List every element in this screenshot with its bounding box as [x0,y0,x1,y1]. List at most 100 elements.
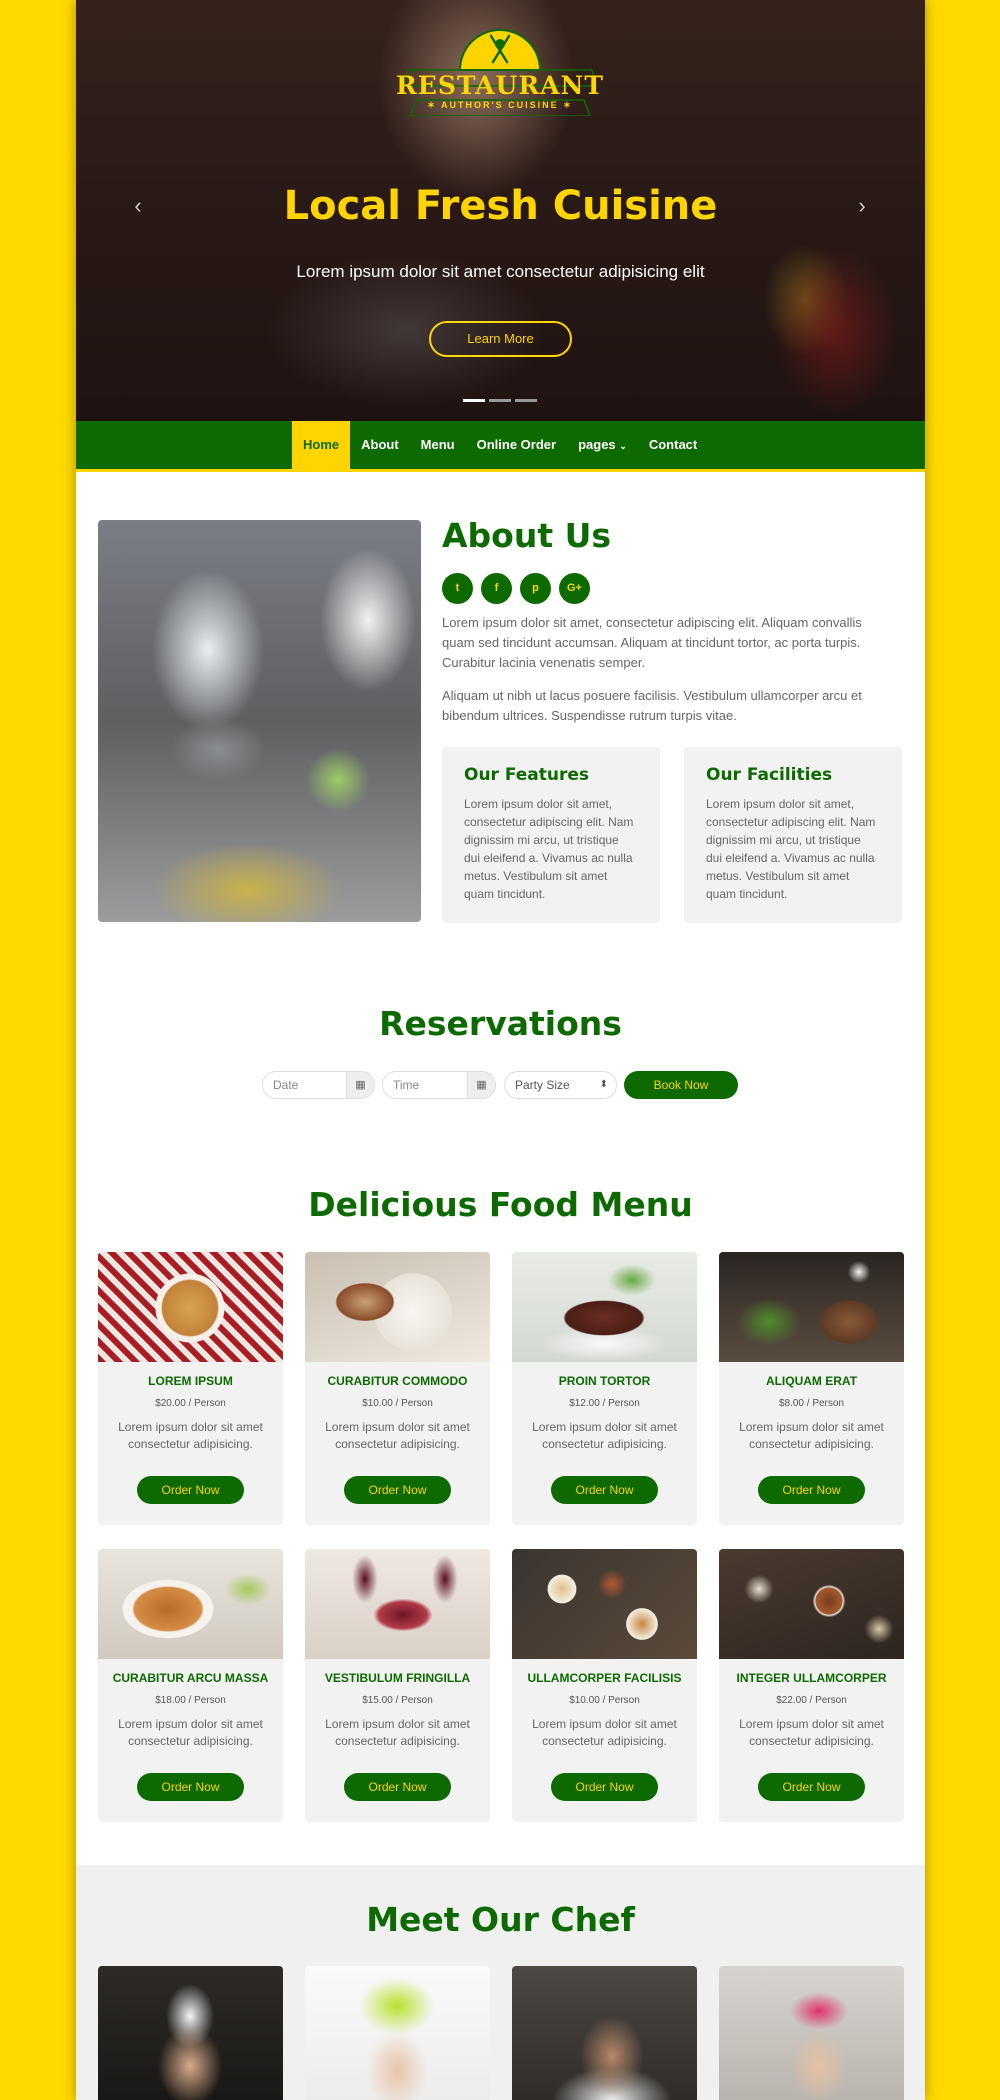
menu-item-name: INTEGER ULLAMCORPER [736,1671,887,1685]
menu-card: ULLAMCORPER FACILISIS $10.00 / Person Lo… [512,1549,697,1822]
menu-item-description: Lorem ipsum dolor sit amet consectetur a… [118,1420,263,1451]
facebook-icon[interactable]: f [481,573,512,604]
chef-photo [98,1966,283,2100]
order-now-button[interactable]: Order Now [344,1773,451,1801]
facilities-text: Lorem ipsum dolor sit amet, consectetur … [706,797,876,901]
menu-item-description: Lorem ipsum dolor sit amet consectetur a… [739,1420,884,1451]
order-now-button[interactable]: Order Now [137,1773,244,1801]
nav-item-pages[interactable]: pages ⌄ [567,421,638,469]
nav-item-menu[interactable]: Menu [410,421,466,469]
features-title: Our Features [464,765,590,785]
menu-card: INTEGER ULLAMCORPER $22.00 / Person Lore… [719,1549,904,1822]
menu-item-photo [305,1549,490,1659]
order-now-button[interactable]: Order Now [137,1476,244,1504]
time-input[interactable]: Time ▦ [382,1071,496,1099]
menu-item-price: $10.00 / Person [362,1398,433,1409]
menu-item-name: ULLAMCORPER FACILISIS [527,1671,682,1685]
menu-item-price: $20.00 / Person [155,1398,226,1409]
book-now-button[interactable]: Book Now [624,1071,738,1099]
slider-dot[interactable] [463,399,485,402]
menu-item-price: $15.00 / Person [362,1695,433,1706]
pinterest-icon[interactable]: p [520,573,551,604]
menu-title: Delicious Food Menu [308,1185,693,1224]
menu-item-description: Lorem ipsum dolor sit amet consectetur a… [118,1717,263,1748]
order-now-button[interactable]: Order Now [551,1773,658,1801]
features-box: Our Features Lorem ipsum dolor sit amet,… [442,747,660,923]
menu-item-photo [719,1252,904,1362]
menu-card: LOREM IPSUM $20.00 / Person Lorem ipsum … [98,1252,283,1525]
hero-slider: RESTAURANT ✶ AUTHOR'S CUISINE ✶ ‹ › Loca… [76,0,925,421]
menu-item-name: CURABITUR COMMODO [327,1374,468,1388]
social-links: t f p G+ [442,573,590,604]
menu-item-photo [98,1252,283,1362]
calendar-icon[interactable]: ▦ [467,1072,495,1098]
menu-item-description: Lorem ipsum dolor sit amet consectetur a… [325,1420,470,1451]
nav-item-about[interactable]: About [350,421,410,469]
nav-item-home[interactable]: Home [292,421,351,469]
nav-item-contact[interactable]: Contact [638,421,708,469]
brand-name: RESTAURANT [396,71,604,100]
menu-item-name: VESTIBULUM FRINGILLA [324,1671,471,1685]
menu-item-price: $18.00 / Person [155,1695,226,1706]
chevron-down-icon: ⌄ [619,441,627,451]
menu-card: CURABITUR ARCU MASSA $18.00 / Person Lor… [98,1549,283,1822]
menu-card: ALIQUAM ERAT $8.00 / Person Lorem ipsum … [719,1252,904,1525]
main-navigation: Home About Menu Online Order pages ⌄ Con… [76,421,925,472]
menu-item-name: CURABITUR ARCU MASSA [112,1671,269,1685]
reservations-title: Reservations [379,1004,622,1043]
menu-item-price: $12.00 / Person [569,1398,640,1409]
menu-item-description: Lorem ipsum dolor sit amet consectetur a… [532,1717,677,1748]
chef-photo [512,1966,697,2100]
nav-item-online-order[interactable]: Online Order [466,421,567,469]
chef-title: Meet Our Chef [366,1900,635,1939]
about-paragraph-1: Lorem ipsum dolor sit amet, consectetur … [442,615,862,670]
menu-item-description: Lorem ipsum dolor sit amet consectetur a… [532,1420,677,1451]
menu-item-price: $8.00 / Person [778,1398,845,1409]
slider-indicators [463,399,537,402]
menu-item-photo [512,1252,697,1362]
order-now-button[interactable]: Order Now [758,1476,865,1504]
select-caret-icon: ⬍ [599,1079,608,1090]
menu-item-photo [719,1549,904,1659]
facilities-title: Our Facilities [706,765,833,785]
menu-item-price: $22.00 / Person [776,1695,847,1706]
menu-item-price: $10.00 / Person [569,1695,640,1706]
slider-dot[interactable] [489,399,511,402]
slider-dot[interactable] [515,399,537,402]
learn-more-button[interactable]: Learn More [429,321,572,357]
menu-item-photo [512,1549,697,1659]
party-size-value: Party Size [515,1078,570,1092]
menu-item-photo [98,1549,283,1659]
page-frame: RESTAURANT ✶ AUTHOR'S CUISINE ✶ ‹ › Loca… [76,0,925,2100]
hero-title: Local Fresh Cuisine [283,183,718,229]
order-now-button[interactable]: Order Now [551,1476,658,1504]
time-placeholder: Time [393,1078,420,1092]
google-plus-icon[interactable]: G+ [559,573,590,604]
menu-card: CURABITUR COMMODO $10.00 / Person Lorem … [305,1252,490,1525]
calendar-icon[interactable]: ▦ [346,1072,374,1098]
date-input[interactable]: Date ▦ [262,1071,375,1099]
order-now-button[interactable]: Order Now [344,1476,451,1504]
menu-item-name: ALIQUAM ERAT [765,1374,858,1388]
twitter-icon[interactable]: t [442,573,473,604]
about-paragraph-2: Aliquam ut nibh ut lacus posuere facilis… [442,688,862,723]
about-photo-chefs [98,520,421,922]
about-title: About Us [442,516,612,555]
features-text: Lorem ipsum dolor sit amet, consectetur … [464,797,634,901]
date-placeholder: Date [273,1078,299,1092]
menu-item-description: Lorem ipsum dolor sit amet consectetur a… [739,1717,884,1748]
party-size-select[interactable]: Party Size ⬍ [504,1071,617,1099]
chef-photo [305,1966,490,2100]
order-now-button[interactable]: Order Now [758,1773,865,1801]
menu-item-name: LOREM IPSUM [148,1374,233,1388]
menu-card: VESTIBULUM FRINGILLA $15.00 / Person Lor… [305,1549,490,1822]
brand-tagline: ✶ AUTHOR'S CUISINE ✶ [427,100,573,110]
menu-item-description: Lorem ipsum dolor sit amet consectetur a… [325,1717,470,1748]
facilities-box: Our Facilities Lorem ipsum dolor sit ame… [684,747,902,923]
menu-card: PROIN TORTOR $12.00 / Person Lorem ipsum… [512,1252,697,1525]
brand-tagline-text: AUTHOR'S CUISINE [441,100,559,110]
hero-subtitle: Lorem ipsum dolor sit amet consectetur a… [296,262,705,281]
chef-photo [719,1966,904,2100]
menu-item-name: PROIN TORTOR [558,1374,651,1388]
menu-item-photo [305,1252,490,1362]
